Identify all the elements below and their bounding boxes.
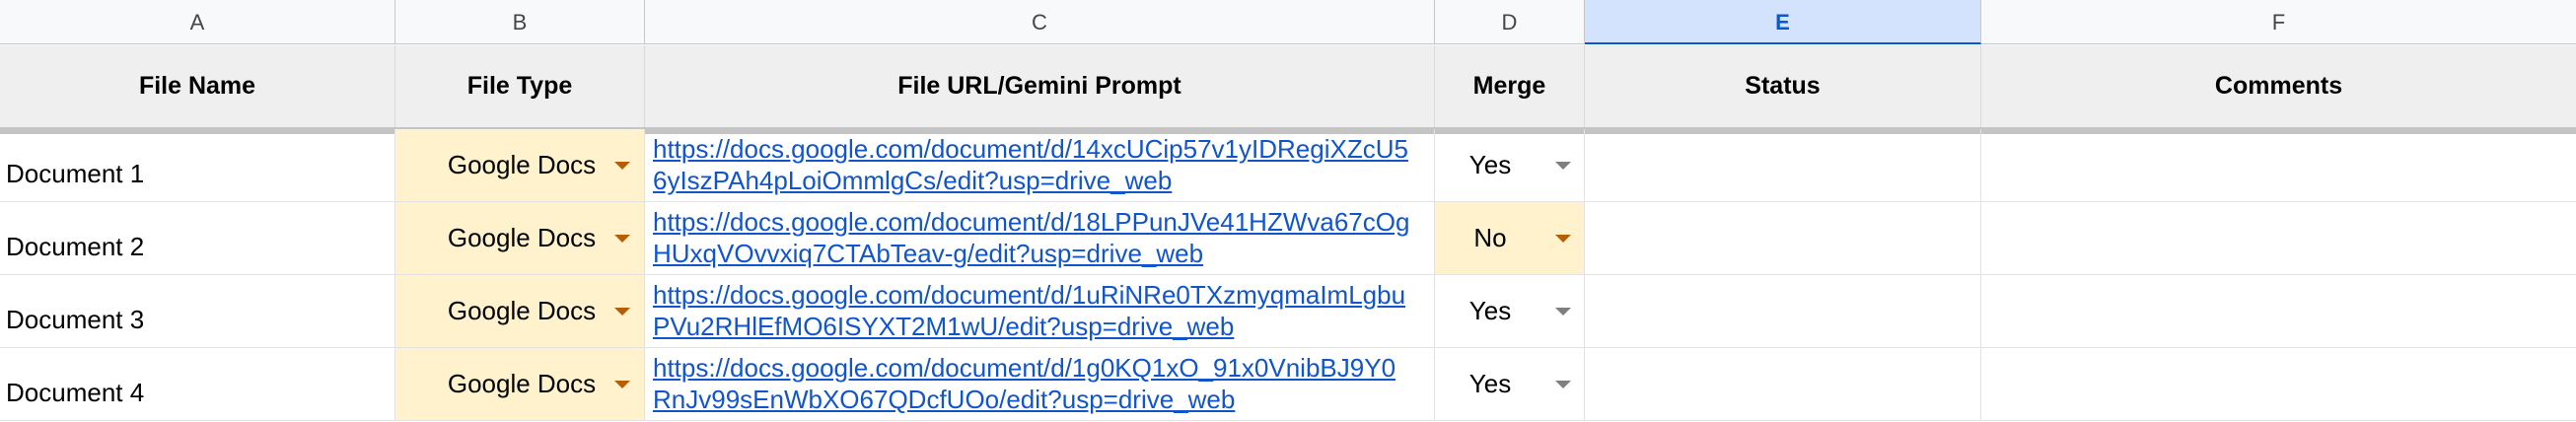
merge-dropdown[interactable]: Yes	[1435, 129, 1585, 201]
file-type-value: Google Docs	[447, 223, 597, 252]
file-url-line-2: RnJv99sEnWbXO67QDcfUOo/edit?usp=drive_we…	[653, 385, 1236, 414]
file-type-value: Google Docs	[447, 296, 597, 325]
comments-cell[interactable]	[1981, 275, 2576, 347]
header-row: File Name File Type File URL/Gemini Prom…	[0, 45, 2576, 127]
merge-value: Yes	[1468, 369, 1512, 398]
merge-value: Yes	[1468, 150, 1512, 179]
file-type-dropdown[interactable]: Google Docs	[395, 202, 645, 274]
file-url-line-1: https://docs.google.com/document/d/1uRiN…	[653, 280, 1406, 310]
file-url-line-1: https://docs.google.com/document/d/14xcU…	[653, 134, 1408, 164]
file-type-value: Google Docs	[447, 150, 597, 179]
dropdown-arrow-icon[interactable]	[614, 381, 630, 388]
file-url-line-2: PVu2RHlEfMO6ISYXT2M1wU/edit?usp=drive_we…	[653, 312, 1235, 341]
dropdown-arrow-icon[interactable]	[614, 308, 630, 316]
table-row: Document 3 Google Docs https://docs.goog…	[0, 275, 2576, 348]
file-type-value: Google Docs	[447, 369, 597, 398]
file-url-line-2: HUxqVOvvxiq7CTAbTeav-g/edit?usp=drive_we…	[653, 239, 1204, 268]
dropdown-arrow-icon[interactable]	[1555, 308, 1571, 316]
table-row: Document 1 Google Docs https://docs.goog…	[0, 129, 2576, 202]
dropdown-arrow-icon[interactable]	[1555, 381, 1571, 388]
header-merge[interactable]: Merge	[1435, 45, 1585, 127]
status-cell[interactable]	[1585, 202, 1981, 274]
dropdown-arrow-icon[interactable]	[1555, 235, 1571, 243]
file-name-cell[interactable]: Document 2	[0, 202, 395, 274]
column-header-f[interactable]: F	[1981, 0, 2576, 44]
merge-dropdown[interactable]: No	[1435, 202, 1585, 274]
header-comments[interactable]: Comments	[1981, 45, 2576, 127]
file-type-dropdown[interactable]: Google Docs	[395, 275, 645, 347]
column-header-c[interactable]: C	[645, 0, 1435, 44]
header-status[interactable]: Status	[1585, 45, 1981, 127]
comments-cell[interactable]	[1981, 129, 2576, 201]
file-name-cell[interactable]: Document 3	[0, 275, 395, 347]
file-url-link[interactable]: https://docs.google.com/document/d/1uRiN…	[653, 279, 1434, 342]
merge-value: Yes	[1468, 296, 1512, 325]
header-file-url[interactable]: File URL/Gemini Prompt	[645, 45, 1435, 127]
file-url-cell[interactable]: https://docs.google.com/document/d/1uRiN…	[645, 275, 1435, 347]
file-type-dropdown[interactable]: Google Docs	[395, 129, 645, 201]
file-url-cell[interactable]: https://docs.google.com/document/d/14xcU…	[645, 129, 1435, 201]
spreadsheet-grid: A B C D E F File Name File Type File URL…	[0, 0, 2576, 422]
file-url-line-1: https://docs.google.com/document/d/18LPP…	[653, 207, 1410, 237]
header-file-type[interactable]: File Type	[395, 45, 645, 127]
table-row: Document 4 Google Docs https://docs.goog…	[0, 348, 2576, 421]
header-file-name[interactable]: File Name	[0, 45, 395, 127]
dropdown-arrow-icon[interactable]	[614, 162, 630, 170]
column-header-b[interactable]: B	[395, 0, 645, 44]
column-header-d[interactable]: D	[1435, 0, 1585, 44]
dropdown-arrow-icon[interactable]	[614, 235, 630, 243]
file-name-cell[interactable]: Document 1	[0, 129, 395, 201]
status-cell[interactable]	[1585, 129, 1981, 201]
column-header-e[interactable]: E	[1585, 0, 1981, 44]
file-url-cell[interactable]: https://docs.google.com/document/d/18LPP…	[645, 202, 1435, 274]
status-cell[interactable]	[1585, 348, 1981, 420]
table-row: Document 2 Google Docs https://docs.goog…	[0, 202, 2576, 275]
file-url-line-1: https://docs.google.com/document/d/1g0KQ…	[653, 353, 1396, 383]
file-url-link[interactable]: https://docs.google.com/document/d/14xcU…	[653, 133, 1434, 196]
comments-cell[interactable]	[1981, 202, 2576, 274]
merge-dropdown[interactable]: Yes	[1435, 348, 1585, 420]
file-url-cell[interactable]: https://docs.google.com/document/d/1g0KQ…	[645, 348, 1435, 420]
file-url-line-2: 6yIszPAh4pLoiOmmlgCs/edit?usp=drive_web	[653, 166, 1173, 195]
column-header-bar: A B C D E F	[0, 0, 2576, 45]
merge-dropdown[interactable]: Yes	[1435, 275, 1585, 347]
merge-value: No	[1473, 223, 1507, 252]
column-header-a[interactable]: A	[0, 0, 395, 44]
file-type-dropdown[interactable]: Google Docs	[395, 348, 645, 420]
file-name-cell[interactable]: Document 4	[0, 348, 395, 420]
comments-cell[interactable]	[1981, 348, 2576, 420]
status-cell[interactable]	[1585, 275, 1981, 347]
file-url-link[interactable]: https://docs.google.com/document/d/18LPP…	[653, 206, 1434, 269]
file-url-link[interactable]: https://docs.google.com/document/d/1g0KQ…	[653, 352, 1434, 415]
dropdown-arrow-icon[interactable]	[1555, 162, 1571, 170]
